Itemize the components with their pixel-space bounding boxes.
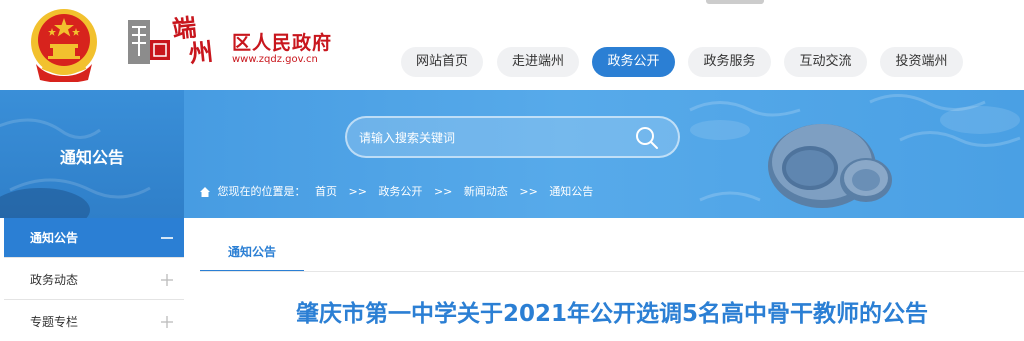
search-bar — [345, 116, 680, 158]
national-emblem-icon — [31, 9, 97, 82]
site-header: 端 州 区人民政府 www.zqdz.gov.cn 网站首页 走进端州 政务公开… — [0, 0, 1024, 90]
district-seal-icon — [128, 20, 170, 64]
breadcrumb-separator: >> — [433, 185, 453, 198]
sidebar-item-label: 专题专栏 — [30, 315, 79, 329]
breadcrumb-prefix: 您现在的位置是： — [217, 185, 306, 198]
search-input[interactable] — [359, 128, 619, 148]
breadcrumb: 您现在的位置是： 首页 >> 政务公开 >> 新闻动态 >> 通知公告 — [200, 184, 593, 200]
section-title: 通知公告 — [59, 148, 124, 167]
nav-item-gov-services[interactable]: 政务服务 — [688, 47, 771, 77]
breadcrumb-separator: >> — [519, 185, 538, 198]
nav-item-invest[interactable]: 投资端州 — [880, 47, 963, 77]
nav-item-interaction[interactable]: 互动交流 — [784, 47, 867, 77]
plus-icon[interactable] — [160, 315, 174, 329]
nav-item-gov-affairs[interactable]: 政务公开 — [592, 47, 675, 77]
breadcrumb-separator: >> — [348, 185, 367, 198]
breadcrumb-link-home[interactable]: 首页 — [315, 184, 337, 200]
home-icon — [200, 187, 210, 197]
sidebar-item-special-topics[interactable]: 专题专栏 — [4, 302, 184, 341]
sidebar-item-label: 通知公告 — [30, 231, 79, 245]
tab-divider — [200, 271, 1024, 272]
page-banner: 通知公告 您现在的位置是： 首页 >> 政务公开 >> 新闻动态 >> 通知公告 — [0, 90, 1024, 218]
plus-icon[interactable] — [160, 273, 174, 287]
sidebar-banner-block: 通知公告 — [0, 90, 184, 218]
sidebar: 通知公告 政务动态 专题专栏 — [4, 218, 184, 341]
sidebar-item-gov-news[interactable]: 政务动态 — [4, 260, 184, 300]
search-icon[interactable] — [635, 126, 659, 150]
top-bar-handle[interactable] — [706, 0, 764, 4]
breadcrumb-current[interactable]: 通知公告 — [549, 184, 593, 200]
nav-item-about[interactable]: 走进端州 — [497, 47, 579, 77]
calligraphy-char-2: 州 — [187, 36, 215, 69]
sidebar-item-notices[interactable]: 通知公告 — [4, 218, 184, 258]
sidebar-item-label: 政务动态 — [30, 273, 79, 287]
breadcrumb-link-gov-affairs[interactable]: 政务公开 — [378, 184, 422, 200]
minus-icon[interactable] — [160, 231, 174, 245]
nav-item-home[interactable]: 网站首页 — [401, 47, 483, 77]
site-calligraphy-logo: 端 州 — [171, 11, 229, 76]
site-url: www.zqdz.gov.cn — [232, 54, 318, 65]
tab-notices[interactable]: 通知公告 — [200, 236, 304, 272]
breadcrumb-link-news[interactable]: 新闻动态 — [464, 184, 508, 200]
site-name: 区人民政府 — [232, 32, 333, 54]
article-title: 肇庆市第一中学关于2021年公开选调5名高中骨干教师的公告 — [295, 301, 929, 327]
